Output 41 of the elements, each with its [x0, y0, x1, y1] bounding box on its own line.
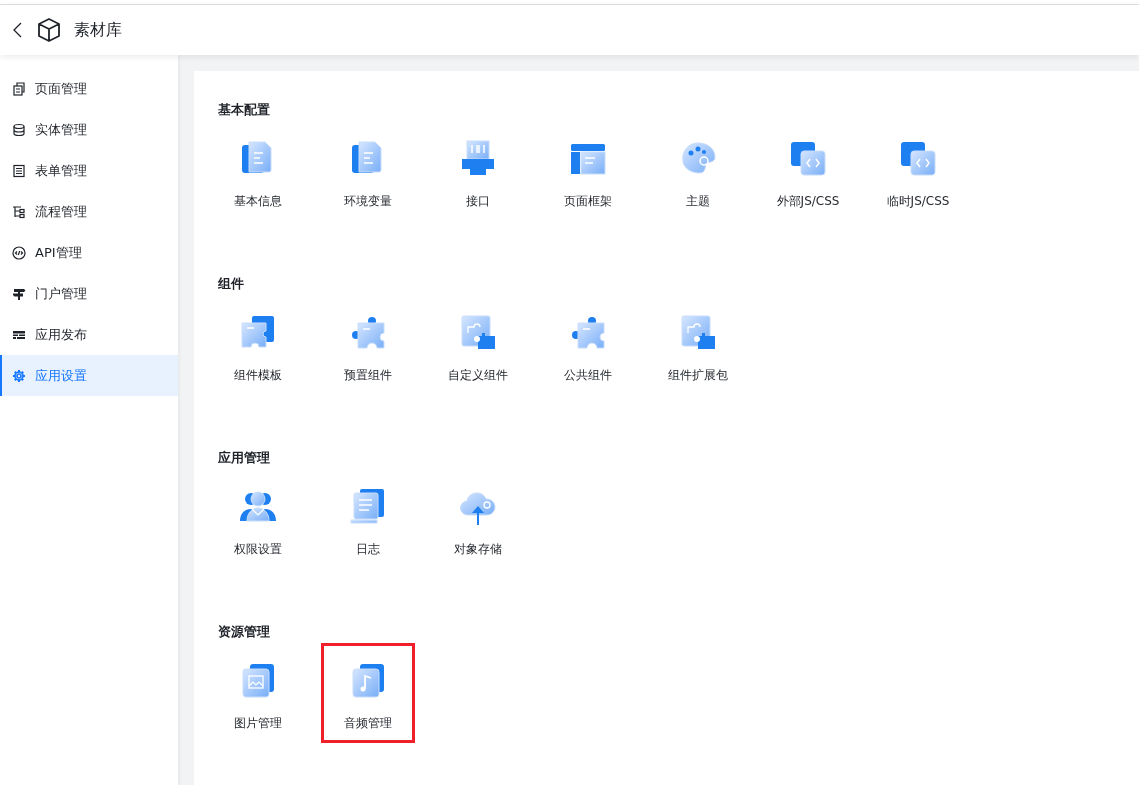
tile[interactable]: 自定义组件: [431, 295, 525, 395]
section-title: 组件: [218, 275, 245, 293]
tile[interactable]: 组件扩展包: [651, 295, 745, 395]
tile[interactable]: 对象存储: [431, 469, 525, 569]
sidebar-item[interactable]: 实体管理: [0, 109, 178, 150]
tile[interactable]: 权限设置: [211, 469, 305, 569]
tile[interactable]: 外部JS/CSS: [761, 121, 855, 221]
section-title: 应用管理: [218, 449, 271, 467]
tile[interactable]: 组件模板: [211, 295, 305, 395]
sidebar-item[interactable]: 门户管理: [0, 273, 178, 314]
tile[interactable]: 基本信息: [211, 121, 305, 221]
flow-icon: [12, 204, 26, 219]
signpost-icon: [12, 286, 26, 301]
tile[interactable]: 页面框架: [541, 121, 635, 221]
tile[interactable]: 公共组件: [541, 295, 635, 395]
tile[interactable]: 环境变量: [321, 121, 415, 221]
code-circle-icon: [12, 245, 26, 260]
sidebar-item[interactable]: 页面管理: [0, 68, 178, 109]
tile[interactable]: 图片管理: [211, 643, 305, 743]
database-icon: [12, 122, 26, 137]
sidebar-item[interactable]: 应用设置: [0, 355, 178, 396]
sidebar-item[interactable]: 应用发布: [0, 314, 178, 355]
list-icon: [12, 163, 26, 178]
section-title: 资源管理: [218, 623, 271, 641]
tile[interactable]: 临时JS/CSS: [871, 121, 965, 221]
sidebar-item[interactable]: 流程管理: [0, 191, 178, 232]
code-icon: [898, 139, 938, 179]
section-title: 基本配置: [218, 101, 271, 119]
page-title: 素材库: [74, 19, 122, 41]
tile[interactable]: 音频管理: [321, 643, 415, 743]
back-icon[interactable]: [12, 21, 24, 39]
sidebar-item[interactable]: API管理: [0, 232, 178, 273]
pages-icon: [12, 81, 26, 96]
settings-icon: [12, 368, 26, 383]
tile[interactable]: 接口: [431, 121, 525, 221]
sidebar-item[interactable]: 表单管理: [0, 150, 178, 191]
cube-icon: [36, 17, 62, 43]
tile[interactable]: 主题: [651, 121, 745, 221]
code-icon: [788, 139, 828, 179]
tile[interactable]: 日志: [321, 469, 415, 569]
tile[interactable]: 预置组件: [321, 295, 415, 395]
